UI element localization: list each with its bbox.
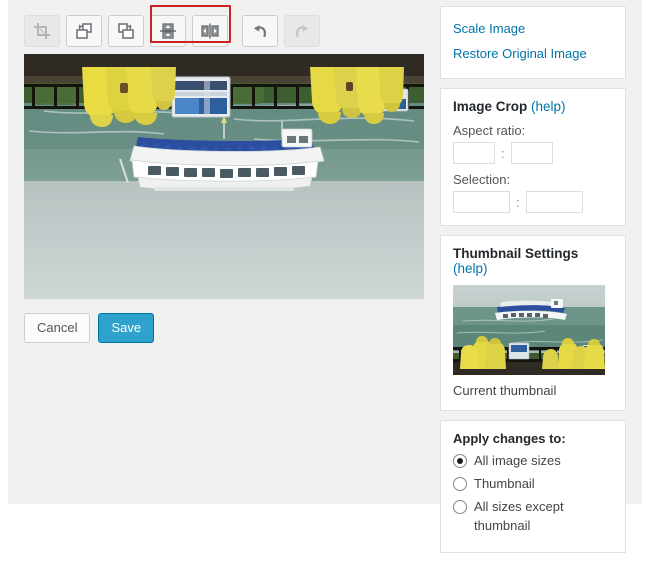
thumbnail-settings-panel: Thumbnail Settings (help) Current thumbn… xyxy=(440,235,626,412)
undo-button[interactable] xyxy=(242,15,278,47)
edited-image-canvas[interactable] xyxy=(24,54,424,299)
apply-option-all-sizes-except-thumbnail[interactable]: All sizes except thumbnail xyxy=(453,498,613,536)
apply-changes-panel: Apply changes to: All image sizes Thumbn… xyxy=(440,420,626,553)
radio-all-sizes-except-thumbnail[interactable] xyxy=(453,500,467,515)
info-sign xyxy=(171,76,231,118)
image-editor-panel: Cancel Save xyxy=(24,0,428,344)
crop-icon xyxy=(33,22,51,40)
rotate-counterclockwise-icon xyxy=(74,22,94,40)
aspect-ratio-label: Aspect ratio: xyxy=(453,123,526,139)
aspect-ratio-height-input[interactable] xyxy=(510,142,553,165)
image-crop-help-link[interactable]: (help) xyxy=(531,99,566,114)
redo-button[interactable] xyxy=(284,15,320,47)
editor-actions: Cancel Save xyxy=(24,313,428,344)
image-editor-sidebar: Scale Image Restore Original Image Image… xyxy=(440,6,626,562)
aspect-ratio-width-input[interactable] xyxy=(453,142,495,165)
flip-vertical-icon xyxy=(158,22,178,40)
rotate-counterclockwise-button[interactable] xyxy=(66,15,102,47)
left-margin xyxy=(0,0,8,510)
aspect-ratio-row: : xyxy=(453,142,613,165)
apply-option-thumbnail-label: Thumbnail xyxy=(474,476,535,492)
selection-separator: : xyxy=(516,194,520,210)
thumbnail-settings-help-link[interactable]: (help) xyxy=(453,261,488,276)
undo-icon xyxy=(250,22,270,40)
current-thumbnail-image xyxy=(453,285,605,376)
rotate-clockwise-icon xyxy=(116,22,136,40)
image-editor-page: Cancel Save Scale Image Restore Original… xyxy=(0,0,650,553)
radio-all-image-sizes[interactable] xyxy=(453,454,467,469)
apply-option-all-image-sizes[interactable]: All image sizes xyxy=(453,452,613,471)
edited-image[interactable] xyxy=(24,54,424,299)
apply-changes-title: Apply changes to: xyxy=(453,431,566,447)
image-crop-title-text: Image Crop xyxy=(453,99,528,115)
radio-thumbnail[interactable] xyxy=(453,477,467,492)
current-thumbnail-caption: Current thumbnail xyxy=(453,383,557,399)
flip-vertical-button[interactable] xyxy=(150,15,186,47)
aspect-ratio-separator: : xyxy=(501,145,505,161)
redo-icon xyxy=(292,22,312,40)
save-button[interactable]: Save xyxy=(98,313,155,344)
right-margin xyxy=(642,0,650,510)
current-thumbnail-preview xyxy=(453,285,605,376)
image-actions-panel: Scale Image Restore Original Image xyxy=(440,6,626,80)
image-crop-panel: Image Crop (help) Aspect ratio: : Select… xyxy=(440,88,626,227)
apply-option-thumbnail[interactable]: Thumbnail xyxy=(453,475,613,494)
image-crop-title: Image Crop (help) xyxy=(453,99,613,114)
selection-label: Selection: xyxy=(453,172,511,188)
selection-height-input[interactable] xyxy=(525,191,583,214)
apply-option-all-sizes-except-thumbnail-label: All sizes except thumbnail xyxy=(474,499,564,533)
restore-original-image-link[interactable]: Restore Original Image xyxy=(453,42,613,67)
thumbnail-settings-title-text: Thumbnail Settings xyxy=(453,246,579,262)
selection-row: : xyxy=(453,191,613,214)
image-edit-toolbar xyxy=(24,0,428,54)
scale-image-link[interactable]: Scale Image xyxy=(453,17,613,42)
apply-option-all-image-sizes-label: All image sizes xyxy=(474,453,561,469)
cancel-button[interactable]: Cancel xyxy=(24,313,91,344)
rotate-clockwise-button[interactable] xyxy=(108,15,144,47)
selection-width-input[interactable] xyxy=(453,191,510,214)
flip-horizontal-button[interactable] xyxy=(192,15,228,47)
flip-horizontal-icon xyxy=(200,22,220,40)
crop-button[interactable] xyxy=(24,15,60,47)
thumbnail-settings-title: Thumbnail Settings (help) xyxy=(453,246,613,276)
